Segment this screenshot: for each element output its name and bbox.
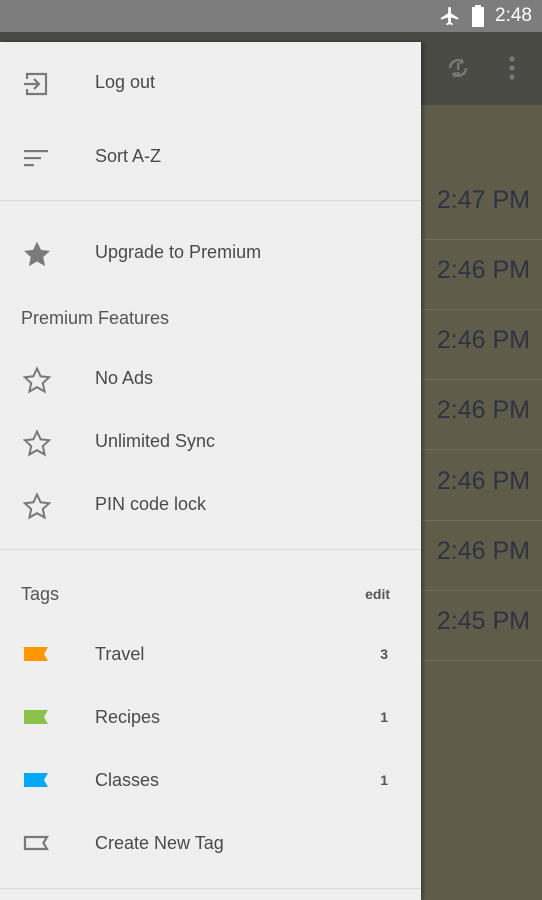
note-time: 2:46 PM (436, 467, 530, 495)
tag-item-recipes[interactable]: Recipes 1 (0, 689, 421, 749)
note-time: 2:46 PM (436, 396, 530, 424)
tag-swatch (24, 710, 48, 724)
divider (0, 888, 421, 889)
tag-swatch (24, 773, 48, 787)
star-outline-icon (22, 366, 52, 394)
tag-icon (24, 647, 48, 661)
sort-icon (24, 150, 48, 167)
status-bar: 2:48 (0, 0, 542, 32)
tag-outline-icon (23, 835, 49, 851)
tags-header: Tags (21, 584, 60, 604)
tag-icon (24, 773, 48, 787)
airplane-icon (440, 6, 459, 26)
premium-features-header: Premium Features (21, 308, 170, 328)
create-tag-label: Create New Tag (95, 833, 224, 853)
navigation-drawer: Log out Sort A-Z Upgrade to Premium Prem… (0, 42, 421, 900)
status-icons: 2:48 (439, 0, 532, 32)
note-time: 2:46 PM (436, 537, 530, 565)
tag-label: Recipes (95, 707, 161, 727)
tag-item-travel[interactable]: Travel 3 (0, 626, 421, 686)
pin-code-lock-item[interactable]: PIN code lock (0, 476, 421, 536)
more-vert-icon[interactable] (502, 54, 522, 82)
sort-label: Sort A-Z (95, 146, 162, 166)
battery-icon (472, 5, 485, 27)
no-ads-item[interactable]: No Ads (0, 350, 421, 410)
tag-label: Classes (95, 770, 160, 790)
star-outline-icon (22, 492, 52, 520)
logout-item[interactable]: Log out (0, 54, 421, 114)
note-time: 2:47 PM (436, 186, 530, 214)
note-time: 2:46 PM (436, 326, 530, 354)
tag-item-classes[interactable]: Classes 1 (0, 752, 421, 812)
logout-icon (24, 72, 48, 96)
sync-icon[interactable] (444, 54, 472, 82)
upgrade-label: Upgrade to Premium (95, 242, 262, 262)
sort-az-item[interactable]: Sort A-Z (0, 128, 421, 188)
note-time: 2:45 PM (436, 607, 530, 635)
create-new-tag-item[interactable]: Create New Tag (0, 815, 421, 875)
unlimited-sync-label: Unlimited Sync (95, 431, 216, 451)
logout-label: Log out (95, 72, 156, 92)
tags-edit-link[interactable]: edit (365, 586, 390, 602)
divider (0, 549, 421, 550)
tag-label: Travel (95, 644, 145, 664)
divider (0, 200, 421, 201)
tag-swatch (24, 647, 48, 661)
note-time: 2:46 PM (436, 256, 530, 284)
unlimited-sync-item[interactable]: Unlimited Sync (0, 413, 421, 473)
star-outline-icon (22, 429, 52, 457)
star-filled-icon (24, 241, 50, 267)
tag-count: 1 (380, 709, 388, 725)
tag-icon (24, 710, 48, 724)
no-ads-label: No Ads (95, 368, 154, 388)
upgrade-premium-item[interactable]: Upgrade to Premium (0, 224, 421, 284)
tag-count: 3 (380, 646, 388, 662)
tag-count: 1 (380, 772, 388, 788)
pin-code-lock-label: PIN code lock (95, 494, 207, 514)
status-time: 2:48 (495, 5, 532, 26)
